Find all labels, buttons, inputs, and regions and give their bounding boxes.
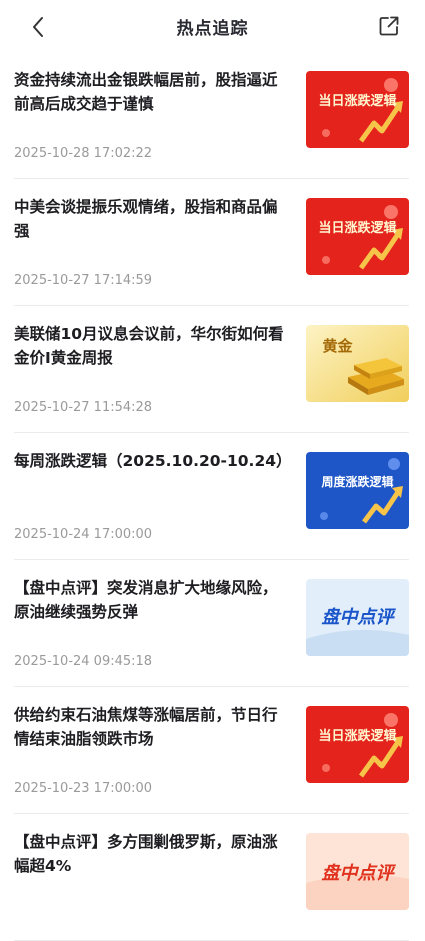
news-timestamp: 2025-10-27 11:54:28: [14, 400, 153, 415]
news-timestamp: 2025-10-27 17:14:59: [14, 273, 153, 288]
news-timestamp: 2025-10-28 17:02:22: [14, 146, 153, 161]
news-thumbnail: 黄金: [306, 325, 409, 402]
news-thumbnail: 盘中点评: [306, 833, 409, 910]
news-title: 资金持续流出金银跌幅居前，股指逼近前高后成交趋于谨慎: [14, 71, 278, 113]
news-list-item[interactable]: 供给约束石油焦煤等涨幅居前，节日行情结束油脂领跌市场 2025-10-23 17:…: [14, 687, 409, 814]
news-list-item[interactable]: 【盘中点评】突发消息扩大地缘风险，原油继续强势反弹 2025-10-24 09:4…: [14, 560, 409, 687]
news-list-item[interactable]: 中美会谈提振乐观情绪，股指和商品偏强 2025-10-27 17:14:59 当日涨…: [14, 179, 409, 306]
thumbnail-label: 周度涨跌逻辑: [321, 475, 394, 489]
news-title: 美联储10月议息会议前，华尔街如何看金价I黄金周报: [14, 325, 284, 367]
news-title: 【盘中点评】多方围剿俄罗斯，原油涨幅超4%: [14, 833, 278, 875]
thumbnail-label: 盘中点评: [321, 607, 394, 628]
thumbnail-label: 当日涨跌逻辑: [318, 729, 397, 744]
news-list-item[interactable]: 美联储10月议息会议前，华尔街如何看金价I黄金周报 2025-10-27 11:5…: [14, 306, 409, 433]
news-thumbnail: 周度涨跌逻辑: [306, 452, 409, 529]
news-thumbnail: 盘中点评: [306, 579, 409, 656]
news-title: 每周涨跌逻辑（2025.10.20-10.24）: [14, 452, 292, 470]
news-timestamp: 2025-10-24 09:45:18: [14, 654, 153, 669]
news-timestamp: 2025-10-24 17:00:00: [14, 527, 153, 542]
news-list: 资金持续流出金银跌幅居前，股指逼近前高后成交趋于谨慎 2025-10-28 17:…: [0, 52, 425, 941]
news-thumbnail: 当日涨跌逻辑: [306, 71, 409, 148]
news-timestamp: 2025-10-23 17:00:00: [14, 781, 153, 796]
news-thumbnail: 当日涨跌逻辑: [306, 706, 409, 783]
chevron-left-icon: [33, 17, 43, 37]
thumbnail-label: 黄金: [322, 337, 353, 355]
share-button[interactable]: [375, 12, 403, 40]
news-title: 供给约束石油焦煤等涨幅居前，节日行情结束油脂领跌市场: [14, 706, 278, 748]
thumbnail-label: 盘中点评: [321, 863, 394, 884]
header-bar: 热点追踪: [0, 0, 425, 52]
news-title: 中美会谈提振乐观情绪，股指和商品偏强: [14, 198, 278, 240]
share-external-icon: [379, 16, 399, 36]
news-list-item[interactable]: 资金持续流出金银跌幅居前，股指逼近前高后成交趋于谨慎 2025-10-28 17:…: [14, 52, 409, 179]
back-button[interactable]: [24, 13, 52, 41]
thumbnail-label: 当日涨跌逻辑: [318, 221, 397, 236]
news-title: 【盘中点评】突发消息扩大地缘风险，原油继续强势反弹: [14, 579, 278, 621]
news-list-item[interactable]: 【盘中点评】多方围剿俄罗斯，原油涨幅超4% 盘中点评: [14, 814, 409, 941]
news-list-item[interactable]: 每周涨跌逻辑（2025.10.20-10.24） 2025-10-24 17:00…: [14, 433, 409, 560]
news-thumbnail: 当日涨跌逻辑: [306, 198, 409, 275]
page-title: 热点追踪: [176, 18, 249, 39]
thumbnail-label: 当日涨跌逻辑: [318, 94, 397, 109]
